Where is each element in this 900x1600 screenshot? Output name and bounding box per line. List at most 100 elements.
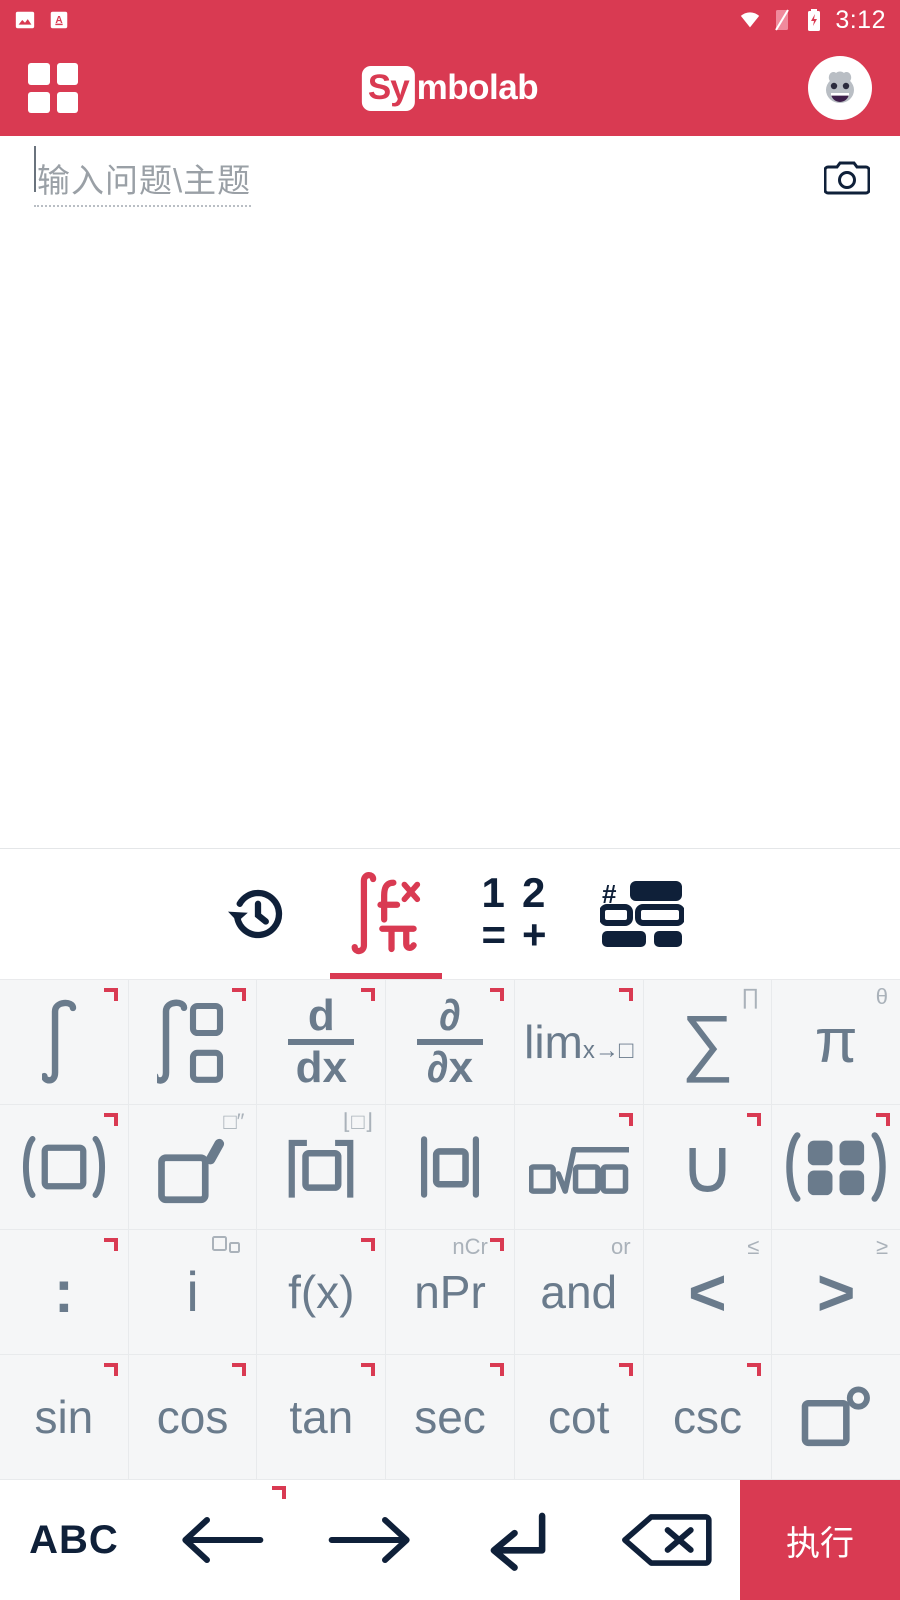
alt-marker: [361, 988, 376, 1002]
key-label: >: [816, 1255, 856, 1329]
text-caret: [34, 145, 36, 192]
search-bar[interactable]: 输入问题\主题: [0, 136, 900, 224]
degree-key[interactable]: [772, 1355, 900, 1480]
cursor-left-button[interactable]: [148, 1480, 296, 1600]
tab-layout[interactable]: #: [578, 849, 706, 979]
action-row: ABC 执行: [0, 1480, 900, 1600]
absolute-value-key[interactable]: [386, 1105, 515, 1230]
partial-derivative-key[interactable]: ∂ ∂x: [386, 980, 515, 1105]
logo-text: mbolab: [416, 68, 539, 107]
and-key[interactable]: or and: [514, 1230, 644, 1355]
key-label: :: [53, 1258, 74, 1325]
image-icon: [14, 9, 36, 31]
alt-marker: [103, 1363, 118, 1377]
key-label: ∪: [679, 1123, 736, 1209]
partial-fraction: ∂ ∂x: [417, 990, 484, 1090]
key-label: sec: [414, 1391, 486, 1443]
frac-numerator: d: [307, 990, 335, 1040]
alt-marker: [489, 988, 504, 1002]
math-keyboard: d dx ∂ ∂x lim x→□ ∏ ∑ θ π □″ ⌊□⌋ ∪: i f…: [0, 980, 900, 1480]
colon-key[interactable]: :: [0, 1230, 129, 1355]
function-key[interactable]: f(x): [257, 1230, 387, 1355]
keyboard-layout-icon: #: [600, 881, 684, 947]
frac-numerator: ∂: [439, 990, 461, 1040]
integral-key[interactable]: [0, 980, 129, 1105]
tab-numbers[interactable]: 1 2 = +: [450, 849, 578, 979]
tangent-key[interactable]: tan: [257, 1355, 387, 1480]
keyboard-row-4: sin cos tan sec cot csc: [0, 1355, 900, 1480]
alt-marker: [876, 1113, 891, 1127]
derivative-key[interactable]: d dx: [257, 980, 387, 1105]
pi-key[interactable]: θ π: [772, 980, 900, 1105]
alt-hint: ≥: [875, 1234, 889, 1259]
union-key[interactable]: ∪: [643, 1105, 773, 1230]
keyboard-tab-strip: 1 2 = + #: [0, 849, 900, 980]
alt-marker: [232, 1363, 247, 1377]
alt-hint: [212, 1236, 244, 1258]
imaginary-unit-key[interactable]: i: [128, 1230, 258, 1355]
alt-marker: [618, 1363, 633, 1377]
search-input[interactable]: 输入问题\主题: [34, 154, 252, 207]
alt-marker: [361, 1363, 376, 1377]
tab-history[interactable]: [194, 849, 322, 979]
backspace-button[interactable]: [592, 1480, 740, 1600]
cosecant-key[interactable]: csc: [643, 1355, 773, 1480]
alt-marker: [489, 1363, 504, 1377]
equation-canvas[interactable]: [0, 224, 900, 849]
key-label: tan: [289, 1391, 354, 1443]
frac-denominator: dx: [295, 1043, 347, 1092]
alt-hint: or: [611, 1234, 631, 1259]
num-plus: +: [522, 911, 547, 958]
nth-root-key[interactable]: [514, 1105, 644, 1230]
secant-key[interactable]: sec: [386, 1355, 515, 1480]
greater-than-key[interactable]: ≥ >: [772, 1230, 900, 1355]
status-time: 3:12: [835, 5, 886, 34]
cursor-right-button[interactable]: [296, 1480, 444, 1600]
search-input-wrap[interactable]: 输入问题\主题: [34, 145, 824, 207]
parentheses-key[interactable]: [0, 1105, 129, 1230]
keyboard-row-3: : i f(x) nCr nPr or and ≤ < ≥ >: [0, 1230, 900, 1355]
status-left-icons: A: [14, 9, 70, 31]
ceiling-key[interactable]: ⌊□⌋: [257, 1105, 387, 1230]
alt-marker: [361, 1238, 376, 1252]
camera-icon[interactable]: [824, 157, 870, 203]
enter-button[interactable]: [444, 1480, 592, 1600]
limit-label: lim: [524, 1016, 583, 1068]
less-than-key[interactable]: ≤ <: [643, 1230, 773, 1355]
alt-marker: [747, 1363, 762, 1377]
sum-key[interactable]: ∏ ∑: [643, 980, 773, 1105]
alt-marker: [103, 988, 118, 1002]
status-bar: A 3:12: [0, 0, 900, 40]
cosine-key[interactable]: cos: [128, 1355, 258, 1480]
definite-integral-key[interactable]: [128, 980, 258, 1105]
sine-key[interactable]: sin: [0, 1355, 129, 1480]
alt-hint: □″: [223, 1109, 245, 1134]
cotangent-key[interactable]: cot: [514, 1355, 644, 1480]
prime-key[interactable]: □″: [128, 1105, 258, 1230]
grid-menu-icon[interactable]: [28, 63, 78, 113]
limit-key[interactable]: lim x→□: [514, 980, 644, 1105]
signal-off-icon: [771, 9, 793, 31]
key-label: <: [688, 1255, 727, 1329]
history-clock-icon: [228, 889, 283, 939]
alt-marker: [489, 1238, 504, 1252]
symbolab-logo: Sy mbolab: [361, 65, 539, 111]
alt-marker: [747, 1113, 762, 1127]
backspace-icon: [622, 1514, 712, 1566]
execute-button[interactable]: 执行: [740, 1480, 900, 1600]
key-label: cot: [548, 1391, 610, 1443]
abc-keyboard-button[interactable]: ABC: [0, 1480, 148, 1600]
key-label: csc: [672, 1391, 742, 1443]
alt-marker: [272, 1486, 286, 1500]
app-bar: Sy mbolab: [0, 40, 900, 136]
alt-hint: ≤: [747, 1234, 760, 1259]
permutation-key[interactable]: nCr nPr: [386, 1230, 515, 1355]
matrix-key[interactable]: [772, 1105, 900, 1230]
alt-hint: nCr: [452, 1234, 488, 1259]
tab-math-symbols[interactable]: [322, 849, 450, 979]
key-label: and: [540, 1266, 618, 1318]
key-label: f(x): [288, 1266, 355, 1318]
key-label: nPr: [414, 1266, 486, 1318]
limit-subscript: x→□: [582, 1037, 634, 1064]
user-avatar-icon[interactable]: [808, 56, 872, 120]
